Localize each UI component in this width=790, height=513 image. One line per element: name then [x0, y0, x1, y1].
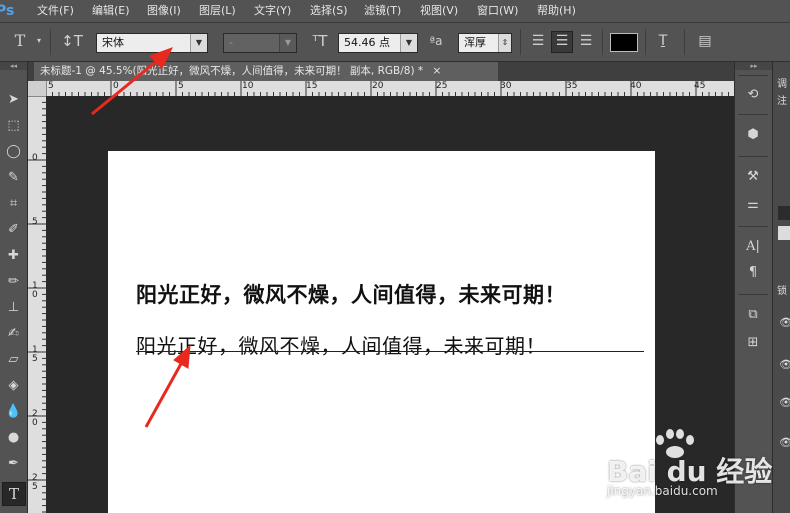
paragraph-panel-icon[interactable]: ¶ [740, 262, 766, 284]
watermark-url: jingyan.baidu.com [607, 484, 718, 498]
divider [738, 226, 768, 227]
3d-panel-icon[interactable]: ⬢ [740, 124, 766, 146]
paragraph-style-icon[interactable]: ⧉ [740, 304, 766, 326]
panel-label: 注 [777, 96, 787, 107]
eye-icon[interactable]: 👁 [779, 316, 790, 329]
panel-field[interactable] [778, 226, 790, 240]
divider [738, 156, 768, 157]
history-panel-icon[interactable]: ⟲ [740, 84, 766, 106]
arrow-to-font-select [91, 58, 159, 116]
arrow-to-text [144, 361, 184, 428]
collapse-icon[interactable]: ▸▸ [735, 62, 773, 70]
arrow-head [173, 344, 191, 369]
adjustments-icon[interactable]: ⚌ [740, 194, 766, 216]
panel-label: 锁 [777, 286, 787, 297]
divider [738, 294, 768, 295]
panel-tab[interactable] [778, 206, 790, 220]
eye-icon[interactable]: 👁 [779, 396, 790, 409]
character-style-icon[interactable]: ⊞ [740, 332, 766, 354]
divider [738, 114, 768, 115]
panel-label: 调 [777, 79, 787, 90]
brush-panel-icon[interactable]: ⚒ [740, 166, 766, 188]
eye-icon[interactable]: 👁 [779, 358, 790, 371]
character-panel-icon[interactable]: A| [740, 236, 766, 258]
divider [738, 75, 768, 76]
eye-icon[interactable]: 👁 [779, 436, 790, 449]
